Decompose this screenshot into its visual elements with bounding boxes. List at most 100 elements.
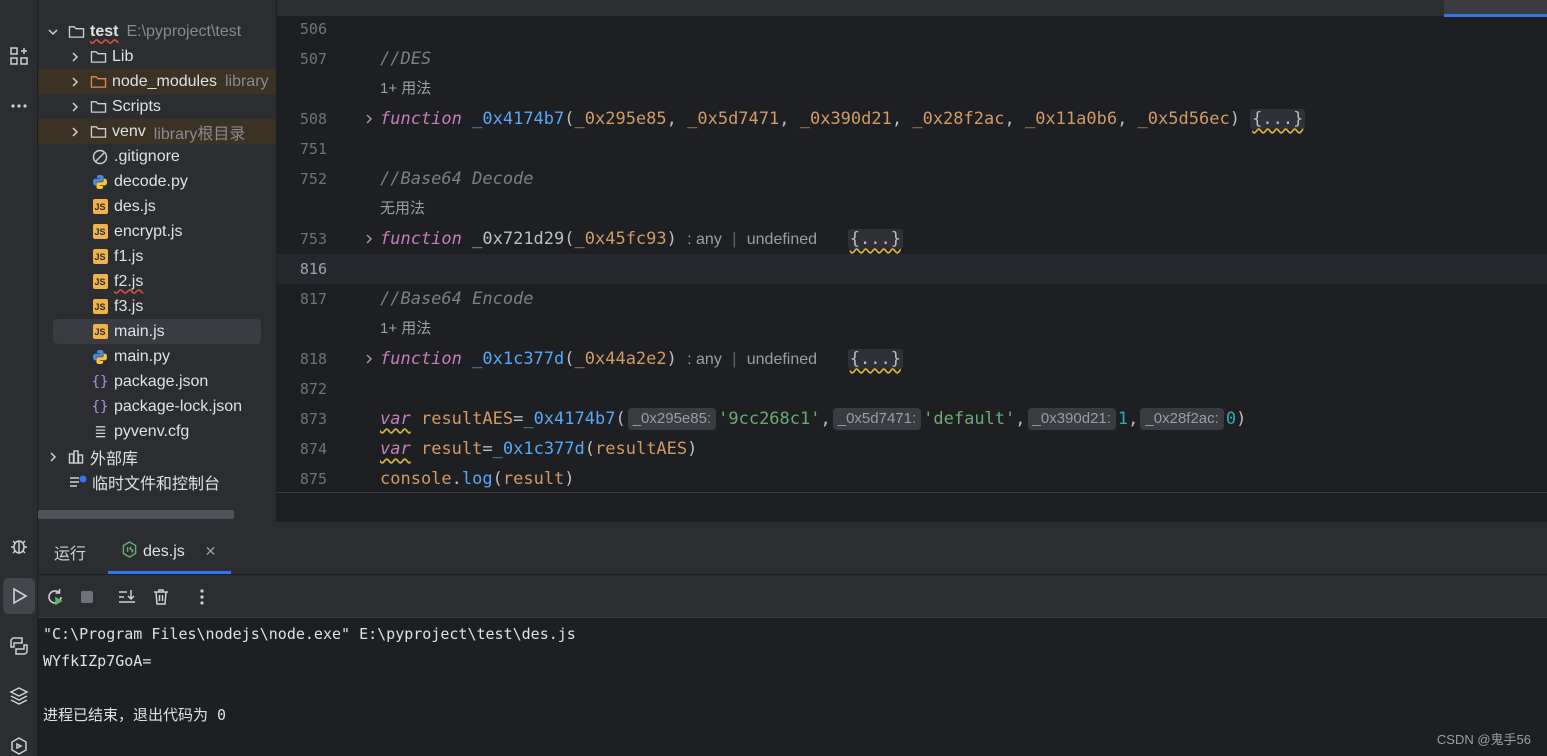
tree-item-package-lock-json[interactable]: {} package-lock.json xyxy=(38,394,276,419)
js-file-icon: JS xyxy=(90,198,110,216)
fold-chevron-icon[interactable] xyxy=(363,232,375,246)
fold-chevron-icon[interactable] xyxy=(363,352,375,366)
tree-item-venv[interactable]: venv library根目录 xyxy=(38,119,276,144)
clear-output-button[interactable] xyxy=(149,585,173,609)
usage-hint[interactable]: 1+ 用法 xyxy=(380,74,431,104)
statement-result-aes: var resultAES=_0x4174b7(_0x295e85: '9cc26… xyxy=(380,408,1247,430)
folder-icon xyxy=(88,98,108,116)
line-number: 874 xyxy=(299,440,327,458)
code-line: 818 function _0x1c377d(_0x44a2e2) : any … xyxy=(277,344,1547,374)
tree-scratches[interactable]: 临时文件和控制台 xyxy=(38,469,276,494)
folded-block[interactable]: {...} xyxy=(847,349,903,369)
code-line: 508 function _0x4174b7(_0x295e85, _0x5d7… xyxy=(277,104,1547,134)
code-line: 874 var result=_0x1c377d(resultAES) xyxy=(277,434,1547,464)
code-line-current: 816 xyxy=(277,254,1547,284)
folded-block[interactable]: {...} xyxy=(1250,109,1306,129)
tree-root-test[interactable]: test E:\pyproject\test xyxy=(38,19,276,44)
close-icon[interactable]: ✕ xyxy=(205,543,217,560)
tree-item-label: 外部库 xyxy=(90,450,139,468)
tree-item-label: main.py xyxy=(114,347,171,365)
run-icon[interactable] xyxy=(3,578,35,614)
folded-block[interactable]: {...} xyxy=(847,229,903,249)
rerun-button[interactable] xyxy=(43,585,67,609)
scratches-icon xyxy=(68,473,88,491)
tree-item-pyvenv-cfg[interactable]: pyvenv.cfg xyxy=(38,419,276,444)
usage-hint[interactable]: 1+ 用法 xyxy=(380,314,431,344)
chevron-right-icon[interactable] xyxy=(68,50,82,64)
code-line: 875 console.log(result) xyxy=(277,464,1547,494)
comment: //DES xyxy=(380,49,432,69)
chevron-right-icon[interactable] xyxy=(46,450,60,464)
watermark: CSDN @鬼手56 xyxy=(1436,732,1531,747)
statement-console-log: console.log(result) xyxy=(380,469,575,489)
usage-hint[interactable]: 无用法 xyxy=(380,194,425,224)
more-tools-icon[interactable] xyxy=(0,88,38,124)
services-icon[interactable] xyxy=(0,728,38,756)
tree-item-f3-js[interactable]: JS f3.js xyxy=(38,294,276,319)
tree-item-node-modules[interactable]: node_modules library xyxy=(38,69,276,94)
code-editor[interactable]: 506 507 //DES 1+ 用法 508 function _0x4174… xyxy=(277,17,1547,492)
tree-item-main-js[interactable]: JS main.js xyxy=(53,319,261,344)
tree-item-main-py[interactable]: main.py xyxy=(38,344,276,369)
run-tab-des-js[interactable]: des.js ✕ xyxy=(108,532,231,574)
ignore-file-icon xyxy=(90,148,110,166)
stop-button[interactable] xyxy=(75,585,99,609)
editor-bottom-area xyxy=(277,492,1547,522)
param-hint: _0x28f2ac: xyxy=(1140,408,1224,430)
param-hint: _0x295e85: xyxy=(627,408,717,430)
line-number: 875 xyxy=(299,470,327,488)
usage-hint-line: 1+ 用法 xyxy=(277,314,1547,344)
code-line: 753 function _0x721d29(_0x45fc93) : any … xyxy=(277,224,1547,254)
tree-item-label: .gitignore xyxy=(114,147,180,165)
layers-icon[interactable] xyxy=(0,678,38,714)
folder-excluded-icon xyxy=(88,73,108,91)
tree-external-libraries[interactable]: 外部库 xyxy=(38,444,276,469)
js-file-icon: JS xyxy=(90,298,110,316)
tree-item-label: package-lock.json xyxy=(114,397,243,415)
console-output[interactable]: "C:\Program Files\nodejs\node.exe" E:\py… xyxy=(38,618,1547,756)
folder-icon xyxy=(66,23,86,41)
tree-root-name: test xyxy=(90,22,119,40)
line-number: 816 xyxy=(299,260,327,278)
tree-item-label: encrypt.js xyxy=(114,222,183,240)
fold-chevron-icon[interactable] xyxy=(363,112,375,126)
param-hint: _0x5d7471: xyxy=(832,408,922,430)
folder-icon xyxy=(88,123,108,141)
more-options-icon[interactable] xyxy=(190,585,214,609)
tree-item-f2-js[interactable]: JS f2.js xyxy=(38,269,276,294)
line-number: 506 xyxy=(299,20,327,38)
tree-item-label: f2.js xyxy=(114,272,144,290)
console-line: "C:\Program Files\nodejs\node.exe" E:\py… xyxy=(43,625,576,643)
tree-item-label: f1.js xyxy=(114,247,144,265)
python-console-icon[interactable] xyxy=(0,628,38,664)
tree-scrollbar[interactable] xyxy=(38,510,234,519)
chevron-right-icon[interactable] xyxy=(68,100,82,114)
tree-item-f1-js[interactable]: JS f1.js xyxy=(38,244,276,269)
scroll-to-end-button[interactable] xyxy=(115,585,139,609)
chevron-down-icon[interactable] xyxy=(46,25,60,39)
tree-item-des-js[interactable]: JS des.js xyxy=(38,194,276,219)
line-number: 753 xyxy=(299,230,327,248)
debug-icon[interactable] xyxy=(0,528,38,564)
js-file-icon: JS xyxy=(90,323,110,341)
code-line: 752 //Base64 Decode xyxy=(277,164,1547,194)
chevron-right-icon[interactable] xyxy=(68,125,82,139)
structure-icon[interactable] xyxy=(0,38,38,74)
tree-item-package-json[interactable]: {} package.json xyxy=(38,369,276,394)
tree-item-label: pyvenv.cfg xyxy=(114,422,190,440)
tree-item-encrypt-js[interactable]: JS encrypt.js xyxy=(38,219,276,244)
tree-item-lib[interactable]: Lib xyxy=(38,44,276,69)
tree-item-decode-py[interactable]: decode.py xyxy=(38,169,276,194)
tree-root-path: E:\pyproject\test xyxy=(126,22,242,40)
line-number: 872 xyxy=(299,380,327,398)
comment: //Base64 Decode xyxy=(380,169,534,189)
run-panel-title: 运行 xyxy=(54,546,87,563)
activity-bar xyxy=(0,0,38,756)
comment: //Base64 Encode xyxy=(380,289,534,309)
code-line: 506 xyxy=(277,14,1547,44)
js-file-icon: JS xyxy=(90,273,110,291)
code-line: 751 xyxy=(277,134,1547,164)
tree-item-scripts[interactable]: Scripts xyxy=(38,94,276,119)
tree-item-gitignore[interactable]: .gitignore xyxy=(38,144,276,169)
chevron-right-icon[interactable] xyxy=(68,75,82,89)
